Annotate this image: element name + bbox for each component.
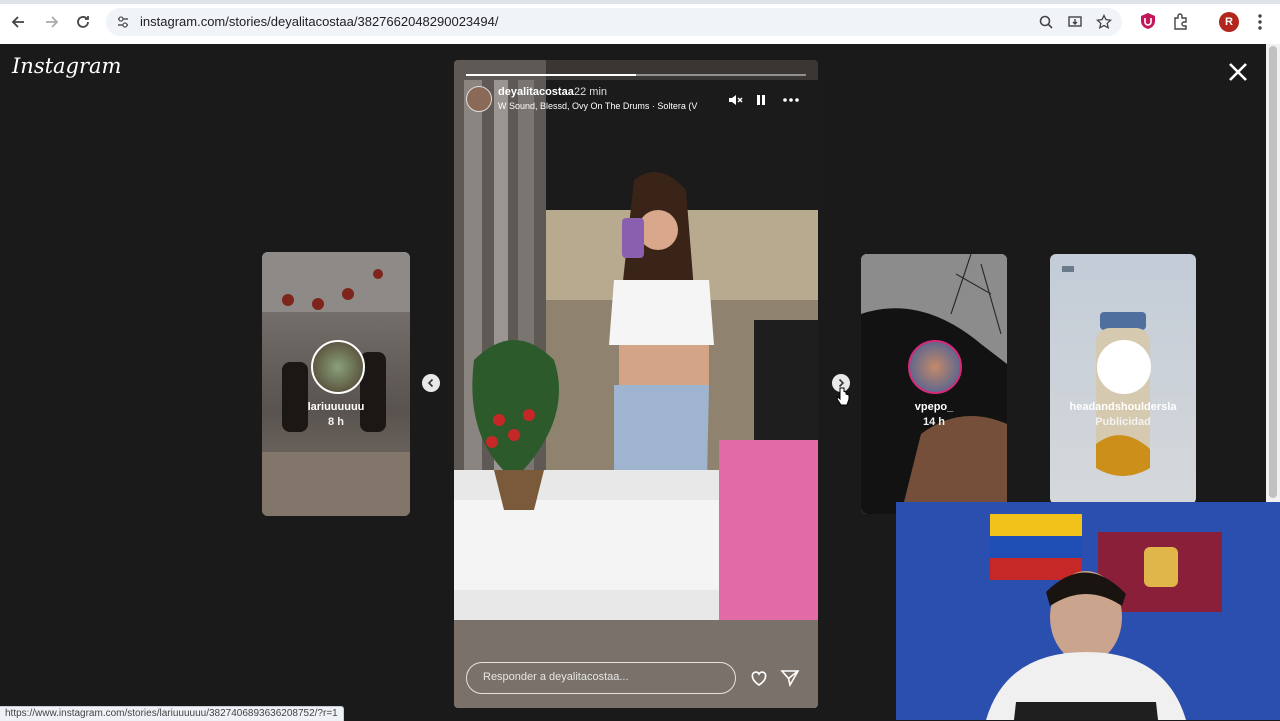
close-icon[interactable] [1226, 60, 1250, 84]
story-progress-fill [466, 74, 636, 76]
site-info-icon[interactable] [116, 15, 130, 29]
scrollbar-thumb[interactable] [1269, 46, 1277, 498]
reply-input[interactable]: Responder a deyalitacostaa... [466, 662, 736, 694]
story-image [454, 60, 818, 708]
install-app-icon[interactable] [1067, 14, 1083, 30]
status-bar-link: https://www.instagram.com/stories/lariuu… [0, 706, 344, 721]
story-card-vpepo[interactable]: vpepo_ 14 h [861, 254, 1007, 514]
forward-arrow-icon [46, 16, 59, 28]
avatar [1097, 340, 1151, 394]
forward-button[interactable] [41, 12, 61, 32]
mouse-cursor-icon [836, 387, 850, 406]
active-story[interactable]: deyalitacostaa 22 min W Sound, Blessd, O… [454, 60, 818, 708]
reload-icon [77, 16, 89, 28]
more-vert-icon [1258, 14, 1262, 30]
address-bar[interactable]: instagram.com/stories/deyalitacostaa/382… [106, 8, 1122, 36]
extension-shield-icon[interactable] [1139, 12, 1157, 30]
zoom-icon[interactable] [1038, 14, 1054, 30]
card-time: 8 h [328, 416, 344, 428]
webcam-overlay [896, 502, 1280, 720]
card-sponsored-label: Publicidad [1095, 416, 1151, 428]
browser-toolbar: instagram.com/stories/deyalitacostaa/382… [0, 0, 1280, 45]
page-scrollbar[interactable] [1266, 44, 1280, 504]
more-options-icon[interactable] [782, 91, 800, 109]
profile-avatar[interactable]: R [1219, 12, 1239, 32]
address-url[interactable]: instagram.com/stories/deyalitacostaa/382… [140, 14, 498, 29]
pause-icon[interactable] [752, 91, 770, 109]
avatar [908, 340, 962, 394]
tab-strip [0, 0, 1280, 4]
card-username: vpepo_ [914, 401, 954, 413]
card-username: headandshouldersla [1069, 401, 1177, 413]
instagram-logo[interactable]: Instagram [12, 54, 121, 78]
webcam-video [896, 502, 1280, 720]
heart-icon[interactable] [749, 668, 769, 688]
story-card-lariuuuuuu[interactable]: lariuuuuuu 8 h [262, 252, 410, 516]
browser-menu-button[interactable] [1254, 12, 1266, 32]
reply-placeholder: Responder a deyalitacostaa... [483, 671, 629, 683]
back-arrow-icon [11, 16, 24, 28]
send-icon[interactable] [780, 668, 800, 688]
previous-story-button[interactable] [422, 374, 440, 392]
mute-icon[interactable] [726, 91, 744, 109]
card-time: 14 h [922, 416, 945, 428]
story-progress-bar [466, 74, 806, 76]
story-card-headandshoulders[interactable]: headandshouldersla Publicidad [1050, 254, 1196, 504]
bookmark-star-icon[interactable] [1096, 14, 1112, 30]
back-button[interactable] [9, 12, 29, 32]
avatar [311, 340, 365, 394]
extensions-puzzle-icon[interactable] [1172, 12, 1190, 30]
reload-button[interactable] [73, 12, 93, 32]
chevron-left-icon [427, 378, 434, 388]
story-user-avatar[interactable] [466, 86, 492, 112]
story-song-label[interactable]: W Sound, Blessd, Ovy On The Drums · Solt… [498, 101, 697, 111]
story-time: 22 min [574, 86, 608, 98]
card-username: lariuuuuuu [307, 401, 365, 413]
story-username[interactable]: deyalitacostaa [498, 86, 574, 98]
